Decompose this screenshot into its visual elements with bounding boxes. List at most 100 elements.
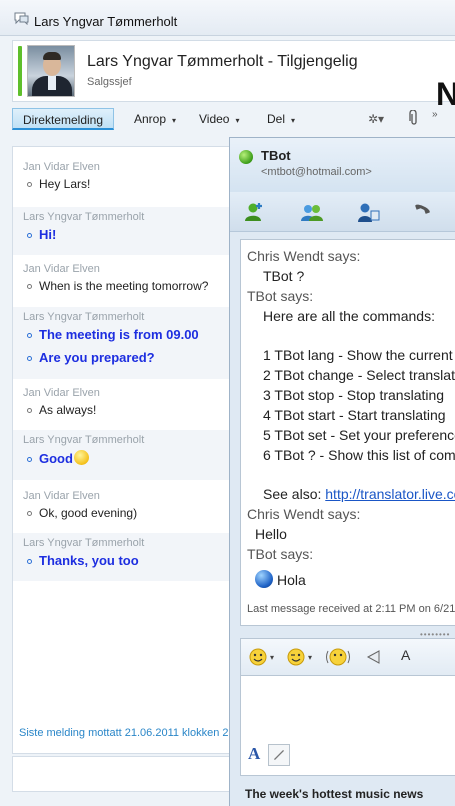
message-item: Lars Yngvar Tømmerholt Good [13, 430, 236, 480]
contact-title: Salgssjef [87, 76, 132, 88]
chevron-down-icon: ▾ [172, 116, 177, 125]
ad-banner[interactable]: The week's hottest music news [230, 787, 455, 806]
message-item: Jan Vidar Elven As always! [13, 387, 236, 417]
chevron-down-icon[interactable]: ▾ [308, 653, 312, 662]
contact-name: Lars Yngvar Tømmerholt - Tilgjengelig [87, 53, 358, 70]
history-text: 4 TBot start - Start translating [263, 407, 446, 423]
people-options-icon[interactable]: ✲▾ [368, 112, 384, 126]
history-sender: Chris Wendt says: [247, 248, 361, 264]
chevron-down-icon: ▾ [291, 116, 296, 125]
history-sender: TBot says: [247, 288, 314, 304]
message-sender: Jan Vidar Elven [23, 490, 100, 502]
title-bar[interactable]: Lars Yngvar Tømmerholt [0, 0, 455, 36]
handwriting-icon[interactable] [268, 744, 290, 766]
translator-link[interactable]: http://translator.live.com [325, 486, 455, 502]
wink-icon[interactable] [287, 648, 305, 666]
message-text: The meeting is from 09.00 [23, 327, 236, 342]
message-item: Lars Yngvar Tømmerholt Hi! [13, 207, 236, 255]
contact-email: <mtbot@hotmail.com> [261, 166, 372, 178]
call-button-label: Anrop [134, 112, 167, 126]
message-sender: Lars Yngvar Tømmerholt [23, 537, 145, 549]
lync-chat-icon [14, 12, 29, 25]
message-text: Good [23, 450, 236, 466]
globe-icon [255, 570, 273, 588]
action-toolbar [230, 192, 455, 232]
message-text: As always! [23, 403, 236, 417]
font-style-button[interactable]: A [248, 744, 260, 764]
contacts-icon[interactable] [300, 200, 324, 224]
history-text: 2 TBot change - Select translation [263, 367, 455, 383]
bullet-icon [27, 333, 32, 339]
bullet-icon [27, 559, 32, 565]
last-message-status: Siste melding mottatt 21.06.2011 klokken… [19, 727, 237, 739]
share-button-label: Del [267, 112, 286, 126]
video-button-label: Video [199, 112, 230, 126]
contact-name: TBot [261, 148, 291, 163]
last-received-status: Last message received at 2:11 PM on 6/21… [247, 603, 455, 615]
message-item: Jan Vidar Elven When is the meeting tomo… [13, 263, 236, 293]
message-sender: Lars Yngvar Tømmerholt [23, 311, 145, 323]
attachment-icon[interactable] [409, 110, 419, 126]
message-text: Hi! [23, 227, 236, 242]
invite-contact-icon[interactable] [242, 200, 266, 224]
message-sender: Lars Yngvar Tømmerholt [23, 434, 145, 446]
bullet-icon [27, 284, 32, 290]
message-item: Lars Yngvar Tømmerholt Thanks, you too [13, 533, 236, 581]
font-icon[interactable]: A [401, 647, 419, 665]
message-sender: Lars Yngvar Tømmerholt [23, 211, 145, 223]
bullet-icon [27, 408, 32, 414]
bullet-icon [27, 356, 32, 362]
animated-emoticon-icon[interactable] [325, 648, 351, 666]
contact-card: Lars Yngvar Tømmerholt - Tilgjengelig Sa… [12, 40, 455, 102]
partial-heading: N [436, 76, 455, 112]
conversation-history[interactable]: Jan Vidar Elven Hey Lars! Lars Yngvar Tø… [12, 146, 237, 754]
emoticon-toolbar: ▾ ▾ A [240, 638, 455, 676]
history-text: 3 TBot stop - Stop translating [263, 387, 445, 403]
message-item: Jan Vidar Elven Ok, good evening) [13, 490, 236, 520]
phone-icon[interactable] [410, 200, 434, 224]
chevron-down-icon: ▾ [235, 116, 240, 125]
history-text: 5 TBot set - Set your preferences [263, 427, 455, 443]
tbot-chat-window: TBot <mtbot@hotmail.com> Chris Wendt say… [229, 137, 455, 806]
message-sender: Jan Vidar Elven [23, 161, 100, 173]
message-text: Are you prepared? [23, 350, 236, 365]
share-button[interactable]: Del ▾ [267, 108, 295, 130]
history-text: Hola [255, 570, 306, 588]
tab-instant-message-label: Direktemelding [22, 113, 104, 127]
message-item: Lars Yngvar Tømmerholt The meeting is fr… [13, 307, 236, 379]
history-sender: TBot says: [247, 546, 314, 562]
bullet-icon [27, 233, 32, 239]
history-text: 1 TBot lang - Show the current language [263, 347, 455, 363]
message-sender: Jan Vidar Elven [23, 263, 100, 275]
avatar[interactable] [27, 45, 75, 97]
message-text: Ok, good evening) [23, 506, 236, 520]
smiley-emoticon-icon [73, 450, 89, 465]
window-title: Lars Yngvar Tømmerholt [34, 14, 178, 29]
bullet-icon [27, 182, 32, 188]
tab-instant-message[interactable]: Direktemelding [12, 108, 114, 130]
contact-header: TBot <mtbot@hotmail.com> [230, 138, 455, 192]
bullet-icon [27, 511, 32, 517]
history-text: 6 TBot ? - Show this list of commands [263, 447, 455, 463]
presence-status-icon [18, 46, 22, 96]
nudge-icon[interactable] [365, 648, 383, 666]
message-sender: Jan Vidar Elven [23, 387, 100, 399]
video-button[interactable]: Video ▾ [199, 108, 240, 130]
message-text: Hey Lars! [23, 177, 236, 191]
message-text: When is the meeting tomorrow? [23, 279, 236, 293]
chevron-down-icon[interactable]: ▾ [270, 653, 274, 662]
history-text: Hello [255, 526, 287, 542]
bullet-icon [27, 457, 32, 463]
message-text: Thanks, you too [23, 553, 236, 568]
emoticon-icon[interactable] [249, 648, 267, 666]
history-text: See also: http://translator.live.com [263, 486, 455, 502]
chat-history[interactable]: Chris Wendt says: TBot ? TBot says: Here… [240, 239, 455, 626]
presence-status-icon [239, 150, 253, 164]
message-input[interactable] [12, 756, 237, 792]
history-text: Here are all the commands: [263, 308, 435, 324]
message-item: Jan Vidar Elven Hey Lars! [13, 161, 236, 191]
history-text: TBot ? [263, 268, 305, 284]
call-button[interactable]: Anrop ▾ [134, 108, 176, 130]
share-icon[interactable] [356, 200, 380, 224]
history-sender: Chris Wendt says: [247, 506, 361, 522]
